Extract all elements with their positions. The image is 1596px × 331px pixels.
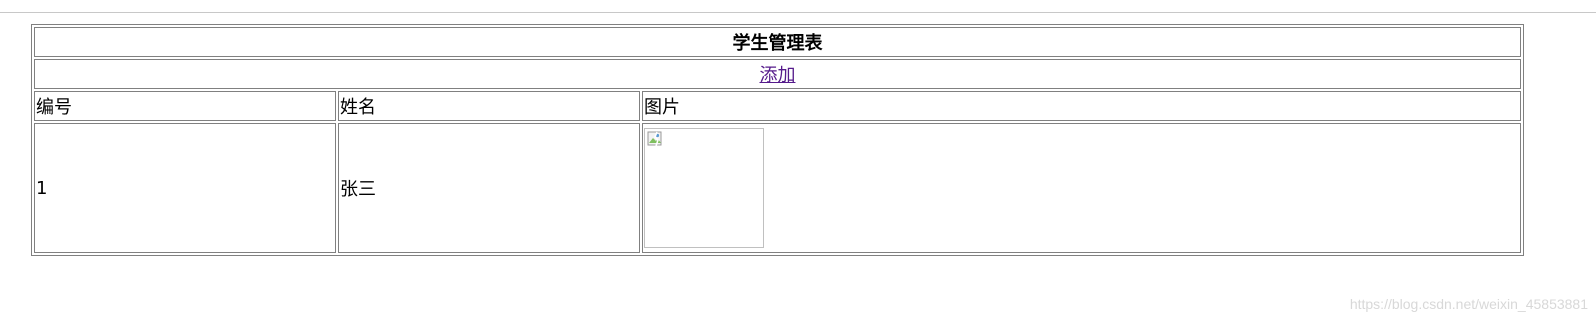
add-row: 添加 (34, 59, 1521, 89)
title-row: 学生管理表 (34, 27, 1521, 57)
student-management-table: 学生管理表 添加 编号 姓名 图片 1 张三 (31, 24, 1524, 256)
table-title: 学生管理表 (34, 27, 1521, 57)
cell-id: 1 (34, 123, 336, 253)
cell-image (642, 123, 1521, 253)
column-header-image: 图片 (642, 91, 1521, 121)
header-row: 编号 姓名 图片 (34, 91, 1521, 121)
add-link[interactable]: 添加 (760, 65, 796, 86)
watermark: https://blog.csdn.net/weixin_45853881 (1349, 296, 1588, 312)
top-divider (0, 12, 1596, 13)
student-photo (644, 128, 764, 248)
broken-image-icon (647, 131, 662, 147)
cell-name: 张三 (338, 123, 640, 253)
column-header-id: 编号 (34, 91, 336, 121)
column-header-name: 姓名 (338, 91, 640, 121)
table-row: 1 张三 (34, 123, 1521, 253)
